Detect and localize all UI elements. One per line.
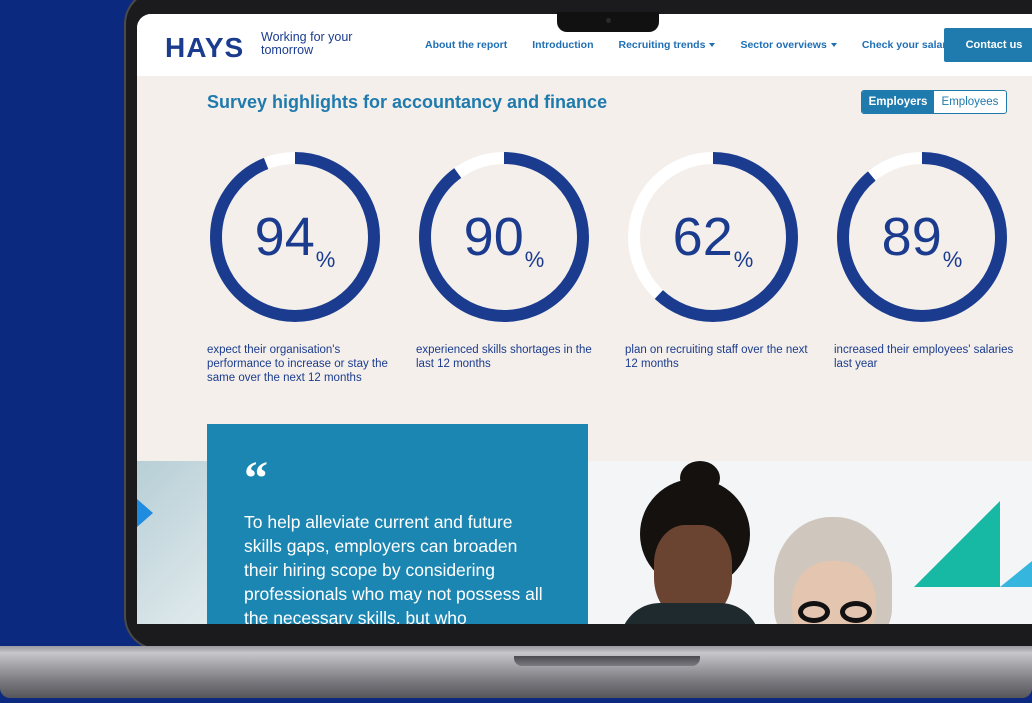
background-image-left <box>137 461 209 624</box>
browser-screen: HAYS Working for your tomorrow About the… <box>137 14 1032 624</box>
nav-about-report[interactable]: About the report <box>425 39 507 51</box>
camera-notch <box>557 12 659 32</box>
stat-card: 94% expect their organisation's performa… <box>207 149 397 385</box>
nav-check-salary-label: Check your salary <box>861 39 953 51</box>
quote-mark-icon: “ <box>244 452 268 505</box>
chevron-down-icon <box>709 43 716 48</box>
nav-sector-overviews-label: Sector overviews <box>740 39 827 51</box>
nav-check-salary[interactable]: Check your salary <box>862 39 952 51</box>
nav-introduction-label: Introduction <box>532 39 594 51</box>
audience-toggle: Employers Employees <box>861 90 1007 114</box>
stat-description: expect their organisation's performance … <box>207 344 388 384</box>
stat-description: plan on recruiting staff over the next 1… <box>625 344 808 370</box>
stat-unit: % <box>733 247 754 272</box>
stat-description: experienced skills shortages in the last… <box>416 344 592 370</box>
section-title: Survey highlights for accountancy and fi… <box>207 92 608 112</box>
stat-value-wrap: 89% <box>834 149 1010 325</box>
teal-triangle-decor <box>914 501 1000 587</box>
stat-card: 62% plan on recruiting staff over the ne… <box>625 149 815 371</box>
nav-recruiting-trends-label: Recruiting trends <box>618 39 706 51</box>
photo-person-body <box>620 603 760 624</box>
nav-links: About the report Introduction Recruiting… <box>425 39 952 51</box>
progress-ring: 90% <box>416 149 592 325</box>
nav-recruiting-trends[interactable]: Recruiting trends <box>619 39 716 51</box>
stat-unit: % <box>942 247 963 272</box>
nav-sector-overviews[interactable]: Sector overviews <box>740 39 837 51</box>
progress-ring: 62% <box>625 149 801 325</box>
quote-box: “ To help alleviate current and future s… <box>207 424 588 624</box>
stat-card: 89% increased their employees' salaries … <box>834 149 1024 371</box>
progress-ring: 89% <box>834 149 1010 325</box>
nav-introduction[interactable]: Introduction <box>532 39 593 51</box>
brand-tagline: Working for your tomorrow <box>261 30 353 57</box>
progress-ring: 94% <box>207 149 383 325</box>
quote-text: To help alleviate current and future ski… <box>244 512 543 624</box>
carousel-prev-icon[interactable] <box>137 499 153 527</box>
stat-value-wrap: 94% <box>207 149 383 325</box>
stat-value: 62 <box>672 207 733 267</box>
laptop-opening-groove <box>514 656 700 666</box>
stat-card: 90% experienced skills shortages in the … <box>416 149 606 371</box>
stat-value: 89 <box>881 207 942 267</box>
blue-triangle-decor <box>1000 557 1032 587</box>
hays-logo[interactable]: HAYS <box>165 32 244 64</box>
stat-description: increased their employees' salaries last… <box>834 344 1014 370</box>
toggle-employees[interactable]: Employees <box>934 91 1006 113</box>
stat-value: 94 <box>254 207 315 267</box>
stat-unit: % <box>524 247 545 272</box>
glasses-shape <box>798 601 876 623</box>
toggle-employers[interactable]: Employers <box>862 91 934 113</box>
contact-us-button[interactable]: Contact us <box>944 28 1032 62</box>
photo-person-bun <box>680 461 720 495</box>
nav-about-report-label: About the report <box>425 39 508 51</box>
stat-value: 90 <box>463 207 524 267</box>
camera-icon <box>606 18 611 23</box>
stat-value-wrap: 90% <box>416 149 592 325</box>
stat-unit: % <box>315 247 336 272</box>
people-photo <box>588 461 1032 624</box>
chevron-down-icon <box>830 43 837 48</box>
stat-value-wrap: 62% <box>625 149 801 325</box>
